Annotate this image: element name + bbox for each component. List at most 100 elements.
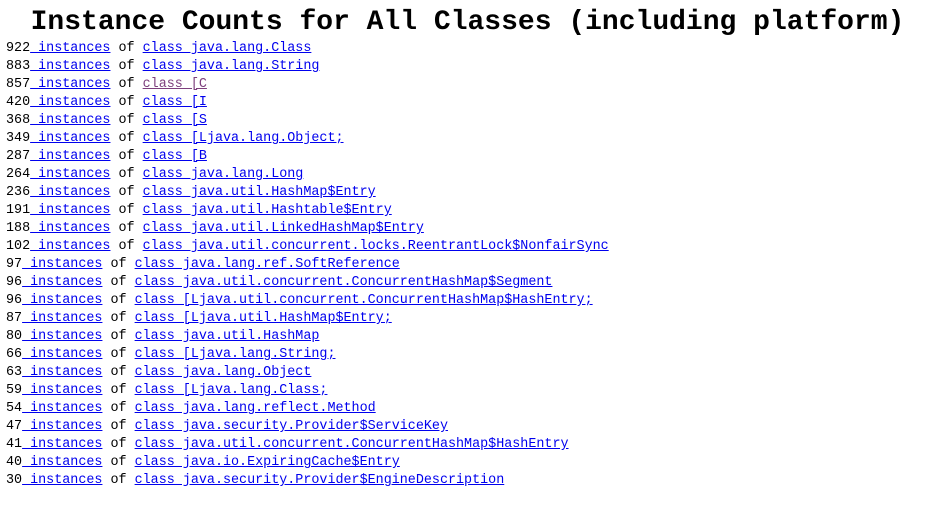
- class-link[interactable]: class java.lang.String: [143, 59, 320, 74]
- instance-count: 102: [6, 239, 31, 254]
- class-link[interactable]: class java.util.Hashtable$Entry: [143, 203, 392, 218]
- page-title: Instance Counts for All Classes (includi…: [30, 7, 905, 38]
- instances-link[interactable]: instances: [30, 95, 110, 110]
- instance-count: 420: [6, 95, 31, 110]
- instance-row: 102 instances of class java.util.concurr…: [0, 238, 935, 256]
- instances-link[interactable]: instances: [22, 311, 102, 326]
- class-link[interactable]: class java.util.HashMap$Entry: [143, 185, 376, 200]
- of-separator: of: [110, 95, 143, 110]
- instances-link[interactable]: instances: [30, 239, 110, 254]
- instance-count: 96: [6, 275, 23, 290]
- instance-count: 883: [6, 59, 31, 74]
- instances-link[interactable]: instances: [22, 383, 102, 398]
- instance-count: 97: [6, 257, 23, 272]
- instance-count: 80: [6, 329, 23, 344]
- class-link[interactable]: class [C: [143, 77, 207, 92]
- instances-link[interactable]: instances: [22, 329, 102, 344]
- instances-link[interactable]: instances: [30, 59, 110, 74]
- instance-counts-list: 922 instances of class java.lang.Class 88…: [0, 40, 935, 490]
- class-link[interactable]: class java.util.concurrent.ConcurrentHas…: [135, 437, 569, 452]
- instances-link[interactable]: instances: [22, 275, 102, 290]
- instances-link[interactable]: instances: [22, 257, 102, 272]
- class-link[interactable]: class java.util.HashMap: [135, 329, 320, 344]
- class-link[interactable]: class java.security.Provider$ServiceKey: [135, 419, 448, 434]
- of-separator: of: [102, 329, 135, 344]
- instance-count: 47: [6, 419, 23, 434]
- of-separator: of: [102, 401, 135, 416]
- instances-link[interactable]: instances: [30, 77, 110, 92]
- instance-count: 87: [6, 311, 23, 326]
- class-link[interactable]: class [I: [143, 95, 207, 110]
- instance-row: 96 instances of class java.util.concurre…: [0, 274, 935, 292]
- instance-count: 368: [6, 113, 31, 128]
- of-separator: of: [102, 473, 135, 488]
- class-link[interactable]: class [Ljava.lang.Class;: [135, 383, 328, 398]
- instance-count: 287: [6, 149, 31, 164]
- instance-row: 236 instances of class java.util.HashMap…: [0, 184, 935, 202]
- class-link[interactable]: class [Ljava.util.concurrent.ConcurrentH…: [135, 293, 593, 308]
- instances-link[interactable]: instances: [22, 473, 102, 488]
- instance-count: 59: [6, 383, 23, 398]
- instance-row: 420 instances of class [I: [0, 94, 935, 112]
- instance-row: 47 instances of class java.security.Prov…: [0, 418, 935, 436]
- instance-row: 40 instances of class java.io.ExpiringCa…: [0, 454, 935, 472]
- instances-link[interactable]: instances: [30, 113, 110, 128]
- class-link[interactable]: class [Ljava.lang.Object;: [143, 131, 344, 146]
- instance-count: 66: [6, 347, 23, 362]
- instance-count: 30: [6, 473, 23, 488]
- of-separator: of: [110, 221, 143, 236]
- class-link[interactable]: class java.security.Provider$EngineDescr…: [135, 473, 505, 488]
- instance-count: 96: [6, 293, 23, 308]
- class-link[interactable]: class [S: [143, 113, 207, 128]
- instances-link[interactable]: instances: [30, 149, 110, 164]
- class-link[interactable]: class java.lang.Object: [135, 365, 312, 380]
- instances-link[interactable]: instances: [30, 221, 110, 236]
- instance-row: 66 instances of class [Ljava.lang.String…: [0, 346, 935, 364]
- instance-row: 349 instances of class [Ljava.lang.Objec…: [0, 130, 935, 148]
- of-separator: of: [102, 347, 135, 362]
- of-separator: of: [102, 455, 135, 470]
- instance-row: 59 instances of class [Ljava.lang.Class;: [0, 382, 935, 400]
- instance-count: 54: [6, 401, 23, 416]
- class-link[interactable]: class java.lang.Class: [143, 41, 312, 56]
- of-separator: of: [110, 203, 143, 218]
- instances-link[interactable]: instances: [22, 347, 102, 362]
- instance-count: 191: [6, 203, 31, 218]
- instances-link[interactable]: instances: [22, 455, 102, 470]
- instances-link[interactable]: instances: [22, 293, 102, 308]
- instances-link[interactable]: instances: [22, 437, 102, 452]
- class-link[interactable]: class java.lang.reflect.Method: [135, 401, 376, 416]
- instance-count: 188: [6, 221, 31, 236]
- of-separator: of: [102, 419, 135, 434]
- instances-link[interactable]: instances: [30, 41, 110, 56]
- instances-link[interactable]: instances: [30, 167, 110, 182]
- instance-count: 63: [6, 365, 23, 380]
- of-separator: of: [110, 59, 143, 74]
- instance-count: 349: [6, 131, 31, 146]
- instances-link[interactable]: instances: [22, 401, 102, 416]
- class-link[interactable]: class [Ljava.lang.String;: [135, 347, 336, 362]
- instances-link[interactable]: instances: [22, 365, 102, 380]
- class-link[interactable]: class java.io.ExpiringCache$Entry: [135, 455, 400, 470]
- instances-link[interactable]: instances: [22, 419, 102, 434]
- of-separator: of: [110, 185, 143, 200]
- of-separator: of: [102, 293, 135, 308]
- instances-link[interactable]: instances: [30, 185, 110, 200]
- class-link[interactable]: class java.util.LinkedHashMap$Entry: [143, 221, 424, 236]
- instance-row: 96 instances of class [Ljava.util.concur…: [0, 292, 935, 310]
- instance-row: 97 instances of class java.lang.ref.Soft…: [0, 256, 935, 274]
- instance-count: 264: [6, 167, 31, 182]
- class-link[interactable]: class java.lang.Long: [143, 167, 304, 182]
- class-link[interactable]: class java.util.concurrent.ConcurrentHas…: [135, 275, 553, 290]
- instance-row: 191 instances of class java.util.Hashtab…: [0, 202, 935, 220]
- instances-link[interactable]: instances: [30, 131, 110, 146]
- class-link[interactable]: class [Ljava.util.HashMap$Entry;: [135, 311, 392, 326]
- class-link[interactable]: class java.util.concurrent.locks.Reentra…: [143, 239, 609, 254]
- class-link[interactable]: class java.lang.ref.SoftReference: [135, 257, 400, 272]
- class-link[interactable]: class [B: [143, 149, 207, 164]
- instances-link[interactable]: instances: [30, 203, 110, 218]
- instance-row: 87 instances of class [Ljava.util.HashMa…: [0, 310, 935, 328]
- of-separator: of: [110, 131, 143, 146]
- instance-row: 63 instances of class java.lang.Object: [0, 364, 935, 382]
- instance-row: 264 instances of class java.lang.Long: [0, 166, 935, 184]
